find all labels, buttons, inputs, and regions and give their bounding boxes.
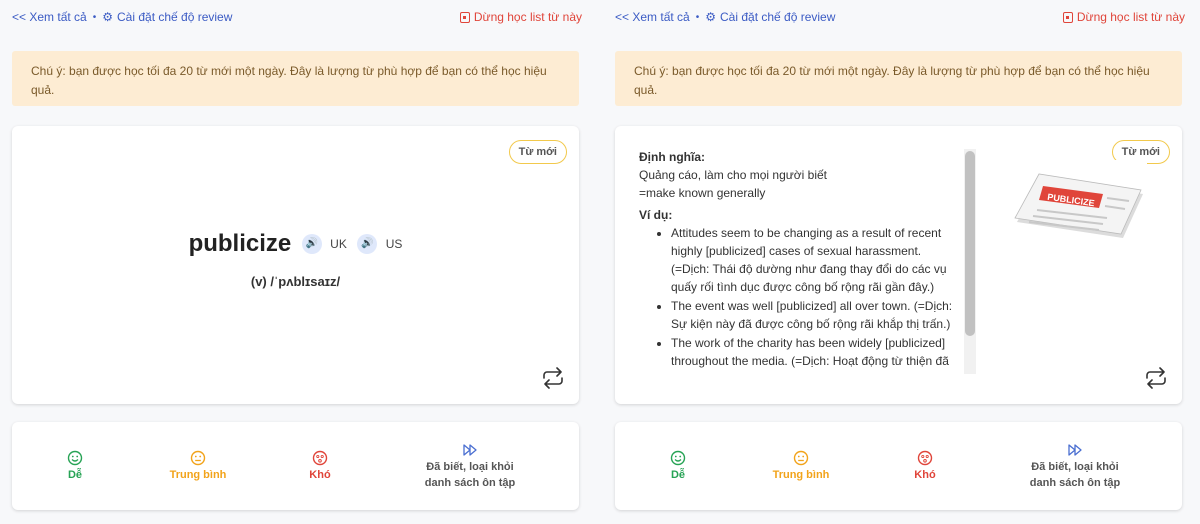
medium-button[interactable]: Trung bình [162,450,234,483]
known-label-1: Đã biết, loại khỏi [426,461,514,473]
example-item: The event was well [publicized] all over… [671,297,957,333]
view-all-link[interactable]: << Xem tất cả [615,10,690,24]
top-bar: << Xem tất cả • ⚙ Cài đặt chế độ review … [615,8,1185,26]
easy-label: Dễ [67,469,83,481]
fast-forward-icon [463,444,477,456]
definition-scrollbar[interactable] [964,149,976,374]
review-settings-link[interactable]: Cài đặt chế độ review [117,10,232,24]
flip-card-icon[interactable] [1143,367,1169,389]
known-remove-button[interactable]: Đã biết, loại khỏi danh sách ôn tập [410,442,530,491]
definition-line: Quảng cáo, làm cho mọi người biết [639,168,827,182]
medium-label: Trung bình [772,469,830,481]
examples-heading: Ví dụ: [639,208,673,222]
known-label-2: danh sách ôn tập [424,477,516,489]
hard-button[interactable]: Khó [308,450,332,483]
daily-limit-notice: Chú ý: bạn được học tối đa 20 từ mới một… [12,51,579,106]
calendar-icon [1062,11,1073,23]
smile-icon [670,450,686,466]
scrollbar-thumb[interactable] [965,151,975,336]
speaker-uk-icon[interactable]: 🔊 [301,234,322,254]
stop-list-button[interactable]: Dừng học list từ này [1062,10,1185,24]
gear-icon[interactable]: ⚙ [705,10,716,24]
newspaper-image: PUBLICIZE [1011,160,1147,248]
word-row: publicize 🔊 UK 🔊 US [12,230,579,258]
known-label-1: Đã biết, loại khỏi [1031,461,1119,473]
flashcard[interactable]: Từ mới Định nghĩa: Quảng cáo, làm cho mọ… [615,126,1182,404]
new-word-badge: Từ mới [508,140,567,164]
neutral-face-icon [190,450,206,466]
top-bar: << Xem tất cả • ⚙ Cài đặt chế độ review … [12,8,582,26]
flashcard[interactable]: Từ mới publicize 🔊 UK 🔊 US (v) /ˈpʌblɪsa… [12,126,579,404]
definition-area[interactable]: Định nghĩa: Quảng cáo, làm cho mọi người… [639,146,957,376]
hard-label: Khó [914,469,936,481]
easy-label: Dễ [670,469,686,481]
flip-card-icon[interactable] [540,367,566,389]
stop-list-button[interactable]: Dừng học list từ này [459,10,582,24]
separator-dot: • [695,11,700,23]
known-label-2: danh sách ôn tập [1029,477,1121,489]
pronunciation: (v) /ˈpʌblɪsaɪz/ [250,274,341,289]
review-settings-link[interactable]: Cài đặt chế độ review [720,10,835,24]
gear-icon[interactable]: ⚙ [102,10,113,24]
hard-button[interactable]: Khó [913,450,937,483]
rating-bar: Dễ Trung bình Khó Đã biết, loại khỏi dan… [615,422,1182,510]
daily-limit-notice: Chú ý: bạn được học tối đa 20 từ mới một… [615,51,1182,106]
uk-label: UK [330,237,347,251]
medium-button[interactable]: Trung bình [765,450,837,483]
medium-label: Trung bình [169,469,227,481]
flashcard-panel-front: << Xem tất cả • ⚙ Cài đặt chế độ review … [0,0,582,524]
separator-dot: • [92,11,97,23]
speaker-us-icon[interactable]: 🔊 [357,234,378,254]
calendar-icon [459,11,470,23]
definition-line: =make known generally [639,186,766,200]
fast-forward-icon [1068,444,1082,456]
smile-icon [67,450,83,466]
example-item: Attitudes seem to be changing as a resul… [671,224,957,296]
stop-list-label: Dừng học list từ này [473,10,582,24]
easy-button[interactable]: Dễ [63,450,87,483]
examples-list: Attitudes seem to be changing as a resul… [639,224,957,370]
example-item: The work of the charity has been widely … [671,334,957,370]
stop-list-label: Dừng học list từ này [1076,10,1185,24]
easy-button[interactable]: Dễ [666,450,690,483]
dizzy-face-icon [312,450,328,466]
dizzy-face-icon [917,450,933,466]
hard-label: Khó [309,469,331,481]
rating-bar: Dễ Trung bình Khó Đã biết, loại khỏi dan… [12,422,579,510]
definition-heading: Định nghĩa: [639,150,705,164]
flashcard-panel-back: << Xem tất cả • ⚙ Cài đặt chế độ review … [603,0,1185,524]
view-all-link[interactable]: << Xem tất cả [12,10,87,24]
known-remove-button[interactable]: Đã biết, loại khỏi danh sách ôn tập [1015,442,1135,491]
vocab-word: publicize [188,230,292,257]
us-label: US [385,237,403,251]
neutral-face-icon [793,450,809,466]
